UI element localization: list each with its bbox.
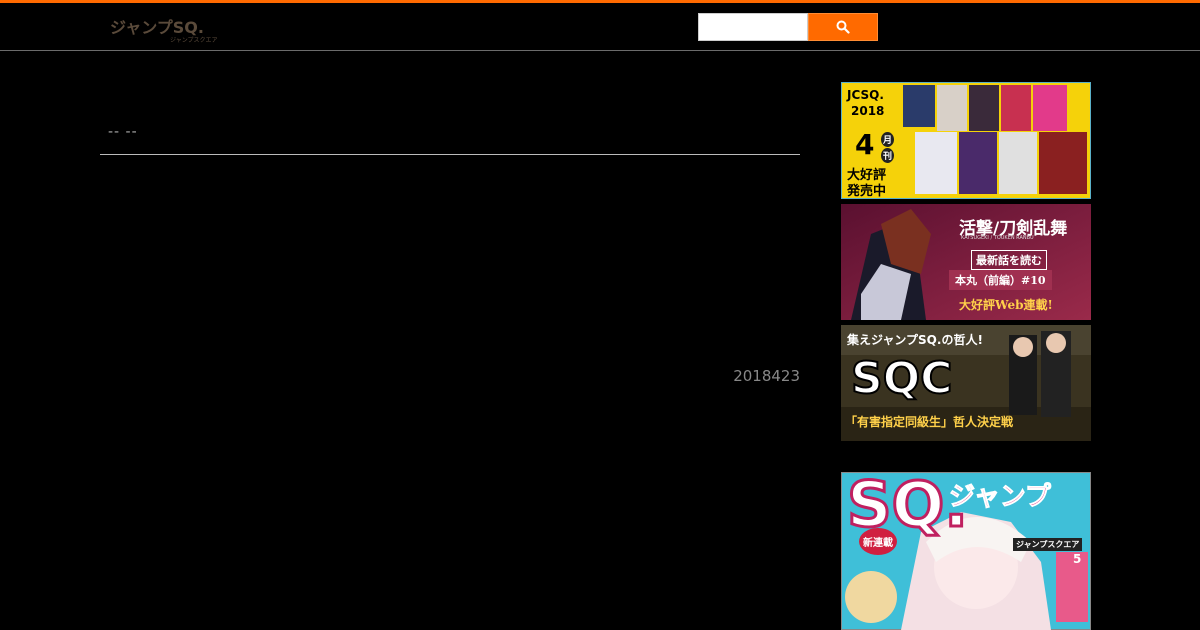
search-input[interactable]: [698, 13, 808, 41]
post-date: 2018423: [733, 367, 800, 385]
page-title: -- --: [108, 124, 138, 140]
search-button[interactable]: [808, 13, 878, 41]
magazine-jump: ジャンプ: [949, 482, 1052, 513]
magazine-label: ジャンプスクエア: [1013, 538, 1083, 551]
search-icon: [836, 20, 850, 34]
magazine-badge: 新連載: [859, 528, 897, 555]
title-divider: [100, 154, 800, 155]
sqc-logo: SQC: [850, 353, 953, 404]
svg-text:ジャンプスクエア: ジャンプスクエア: [170, 37, 218, 44]
banner-katsugeki[interactable]: 活撃/刀剣乱舞 KATSUGEKI / TOUKEN RANBU 最新話を読む …: [841, 204, 1091, 320]
katsugeki-subtitle: KATSUGEKI / TOUKEN RANBU: [961, 235, 1034, 241]
banner-magazine-cover[interactable]: SQ. ジャンプ ジャンプスクエア 5 新連載: [841, 472, 1091, 630]
banner-sqc[interactable]: 集えジャンプSQ.の哲人! SQC 「有害指定同級生」哲人決定戦: [841, 325, 1091, 441]
banner-jcsq[interactable]: JCSQ. 2018 4 月 刊 大好評 発売中: [841, 82, 1091, 199]
jcsq-month-kanji: 月: [881, 132, 895, 147]
katsugeki-footer: 大好評Web連載!: [959, 298, 1053, 312]
site-logo[interactable]: ジャンプSQ. ジャンプスクエア: [108, 11, 220, 45]
jcsq-line1: JCSQ.: [847, 88, 884, 102]
katsugeki-read: 最新話を読む: [971, 250, 1047, 270]
jcsq-kan: 刊: [881, 148, 895, 163]
jcsq-tagline2: 発売中: [847, 184, 887, 199]
sqc-bottom: 「有害指定同級生」哲人決定戦: [845, 415, 1014, 429]
site-header: ジャンプSQ. ジャンプスクエア: [0, 3, 1200, 51]
katsugeki-episode: 本丸（前編）#10: [949, 270, 1052, 290]
jcsq-month-num: 4: [855, 128, 875, 161]
jcsq-line2: 2018: [851, 104, 885, 118]
svg-text:ジャンプSQ.: ジャンプSQ.: [110, 18, 204, 37]
sqc-top: 集えジャンプSQ.の哲人!: [847, 333, 983, 347]
magazine-issue: 5: [1073, 552, 1082, 566]
